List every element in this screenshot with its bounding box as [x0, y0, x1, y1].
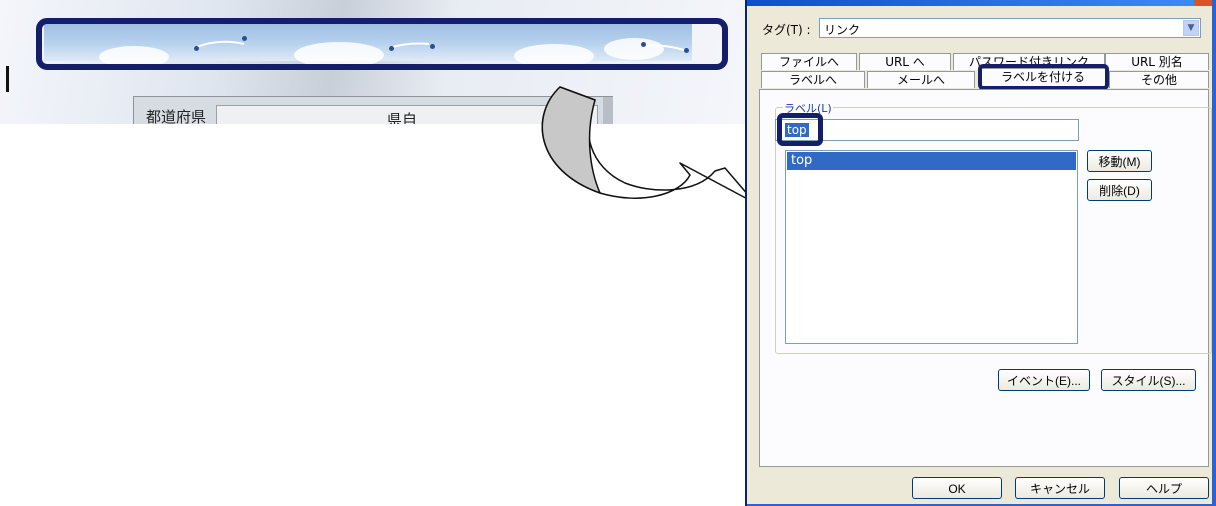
text-cursor — [6, 66, 9, 92]
tab-url[interactable]: URL へ — [859, 53, 951, 70]
style-button-label: スタイル(S)... — [1111, 374, 1186, 388]
tag-select-value: リンク — [824, 23, 861, 37]
tab-highlight-frame — [978, 64, 1109, 90]
delete-button-label: 削除(D) — [1099, 184, 1140, 198]
input-highlight-frame — [777, 113, 823, 146]
cancel-button-label: キャンセル — [1029, 482, 1090, 496]
list-item[interactable]: top — [787, 152, 1076, 170]
window-border — [1212, 0, 1216, 506]
tab-to-mail[interactable]: メールへ — [867, 71, 975, 88]
tag-label: タグ(T) : — [762, 23, 811, 37]
curved-arrow-icon — [541, 86, 756, 204]
title-bar — [747, 0, 1216, 6]
tab-file[interactable]: ファイルへ — [761, 53, 857, 70]
chevron-down-icon[interactable]: ▼ — [1183, 20, 1199, 36]
style-button[interactable]: スタイル(S)... — [1101, 369, 1196, 391]
form-field-label: 県自 — [387, 111, 418, 124]
cancel-button[interactable]: キャンセル — [1015, 477, 1105, 499]
event-button-label: イベント(E)... — [1007, 374, 1081, 388]
delete-button[interactable]: 削除(D) — [1087, 179, 1152, 201]
move-button[interactable]: 移動(M) — [1087, 150, 1152, 172]
move-button-label: 移動(M) — [1098, 155, 1141, 169]
form-header-label: 都道府県 — [146, 108, 207, 124]
tag-select[interactable]: リンク ▼ — [819, 18, 1201, 38]
label-list[interactable]: top — [785, 150, 1078, 344]
ok-button-label: OK — [948, 482, 966, 496]
tab-url-alias[interactable]: URL 別名 — [1105, 53, 1209, 70]
ok-button[interactable]: OK — [912, 477, 1002, 499]
tab-to-label[interactable]: ラベルへ — [761, 71, 865, 88]
banner-highlight-frame — [36, 18, 728, 70]
help-button-label: ヘルプ — [1145, 482, 1182, 496]
tab-other[interactable]: その他 — [1109, 71, 1209, 88]
event-button[interactable]: イベント(E)... — [998, 369, 1090, 391]
help-button[interactable]: ヘルプ — [1119, 477, 1209, 499]
close-button[interactable] — [1194, 0, 1214, 6]
